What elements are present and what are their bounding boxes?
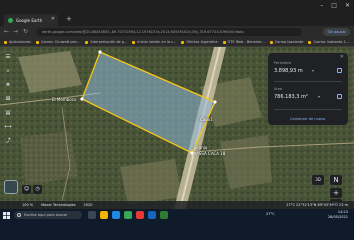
- mail-icon[interactable]: [112, 211, 120, 219]
- windows-taskbar: Escribe aquí para buscar 27°C 14:23 26/0…: [0, 209, 354, 240]
- close-panel-button[interactable]: ✕: [340, 54, 344, 60]
- place-label[interactable]: Cabo1: [200, 117, 213, 122]
- excel-icon[interactable]: [160, 211, 168, 219]
- maximize-button[interactable]: □: [331, 2, 337, 9]
- area-unit-dropdown[interactable]: ▾: [318, 94, 320, 99]
- word-icon[interactable]: [148, 211, 156, 219]
- imagery-year: 2020: [83, 203, 93, 207]
- polygon-vertex[interactable]: [80, 97, 84, 101]
- forward-arrow-icon[interactable]: →: [13, 28, 18, 36]
- address-toolbar: ← → ↻ earth.google.com/web/@20.86454803,…: [0, 26, 354, 38]
- measure-icon[interactable]: ⟷: [4, 123, 12, 131]
- url-bar[interactable]: earth.google.com/web/@20.86454803,-89.70…: [36, 28, 302, 36]
- bookmark-item[interactable]: OTE Web - Beneme...: [222, 40, 265, 44]
- bookmark-icon: [85, 40, 89, 44]
- new-tab-button[interactable]: +: [66, 15, 72, 23]
- place-label[interactable]: Granja: [194, 145, 207, 150]
- window-controls: – □ ✕: [320, 2, 350, 9]
- chrome-icon[interactable]: [124, 211, 132, 219]
- bookmark-item[interactable]: Correo: Isabanta 1...: [308, 40, 349, 44]
- back-arrow-icon[interactable]: ←: [4, 28, 9, 36]
- polygon-vertex[interactable]: [213, 100, 217, 104]
- bookmark-icon: [132, 40, 136, 44]
- place-label[interactable]: El Membora: [52, 97, 76, 102]
- menu-icon[interactable]: ☰: [4, 53, 12, 61]
- perimeter-unit-dropdown[interactable]: ▾: [312, 68, 314, 73]
- profile-button[interactable]: Sin pausar: [323, 28, 350, 36]
- 3d-toggle-button[interactable]: 3D: [312, 175, 324, 185]
- share-icon[interactable]: ⤴: [4, 137, 12, 145]
- map-style-thumbnail[interactable]: [4, 180, 18, 194]
- dice-icon[interactable]: ⚄: [4, 95, 12, 103]
- browser-tab[interactable]: Google Earth ✕: [4, 14, 58, 26]
- perimeter-value: 3.898,93 m: [274, 68, 303, 74]
- area-label: Área: [274, 87, 283, 91]
- apps-icon: [4, 40, 7, 44]
- close-window-button[interactable]: ✕: [345, 2, 350, 9]
- copy-icon[interactable]: [337, 68, 342, 73]
- projects-icon[interactable]: ▤: [4, 109, 12, 117]
- minimize-button[interactable]: –: [320, 2, 323, 9]
- scale-label: 100 %: [22, 203, 34, 207]
- divider: [274, 81, 342, 82]
- bookmark-icon: [35, 40, 39, 44]
- bookmark-item[interactable]: Correo: Ocuwatt pen...: [35, 40, 80, 44]
- street-view-icon[interactable]: ☺: [22, 185, 31, 194]
- compass-button[interactable]: N: [330, 175, 342, 185]
- perimeter-label: Perímetro: [274, 61, 291, 65]
- start-over-link[interactable]: Comenzar de nuevo: [290, 117, 325, 121]
- system-clock[interactable]: 14:23 26/05/2021: [328, 210, 348, 219]
- reload-icon[interactable]: ↻: [23, 28, 28, 36]
- divider: [274, 109, 342, 110]
- file-explorer-icon[interactable]: [100, 211, 108, 219]
- tab-title: Google Earth: [16, 17, 43, 23]
- task-view-icon[interactable]: [88, 211, 96, 219]
- browser-tab-strip: Google Earth ✕ + – □ ✕: [0, 0, 354, 26]
- imagery-provider[interactable]: Maxar Technologies: [41, 203, 75, 207]
- copy-icon[interactable]: [337, 94, 342, 99]
- windows-start-icon[interactable]: [3, 212, 10, 219]
- zoom-in-button[interactable]: +: [330, 188, 342, 198]
- weather-widget[interactable]: 27°C: [266, 212, 275, 216]
- timelapse-icon[interactable]: ◷: [33, 185, 42, 194]
- clock-date: 26/05/2021: [327, 214, 348, 219]
- area-value: 786.183,3 m²: [274, 94, 308, 100]
- satellite-map[interactable]: El Membora Cabo1 Granja YASSA CACA 18 ☰ …: [0, 47, 354, 209]
- polygon-vertex[interactable]: [98, 50, 102, 54]
- place-sublabel: YASSA CACA 18: [194, 151, 226, 156]
- bookmark-item[interactable]: Aplicaciones: [4, 40, 31, 44]
- voyager-icon[interactable]: ⛯: [4, 81, 12, 89]
- bookmark-item[interactable]: Iniciar sesión en la c...: [132, 40, 176, 44]
- bookmark-icon: [308, 40, 312, 44]
- taskbar-search-box[interactable]: Escribe aquí para buscar: [14, 211, 82, 219]
- google-earth-icon: [8, 17, 13, 23]
- bookmark-item[interactable]: Ofertas Argentina: [181, 40, 218, 44]
- app-icon[interactable]: [136, 211, 144, 219]
- map-status-bar: 100 % Maxar Technologies 2020 27°C 22°32…: [0, 201, 354, 209]
- bookmark-item[interactable]: Interpretación de p...: [85, 40, 127, 44]
- search-icon[interactable]: ⌕: [4, 67, 12, 75]
- coordinates-readout: 27°C 22°32'13"N 89°43'39"O 23 m: [286, 203, 348, 207]
- bookmark-icon: [269, 40, 273, 44]
- measure-panel: ✕ Perímetro 3.898,93 m ▾ Área 786.183,3 …: [268, 53, 348, 125]
- bookmark-item[interactable]: Correo Isaelante: [269, 40, 303, 44]
- bookmark-icon: [181, 40, 185, 44]
- tab-close-icon[interactable]: ✕: [51, 16, 55, 22]
- search-icon: [17, 213, 21, 217]
- bookmarks-bar: Aplicaciones Correo: Ocuwatt pen... Inte…: [0, 38, 354, 47]
- bookmark-icon: [222, 40, 226, 44]
